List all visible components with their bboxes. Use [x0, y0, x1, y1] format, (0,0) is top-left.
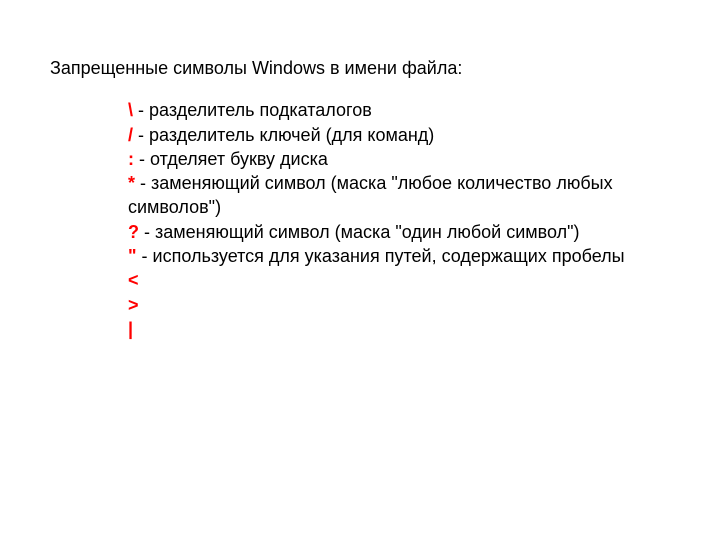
symbol: "	[128, 246, 137, 266]
symbol: <	[128, 270, 139, 290]
description: - разделитель ключей (для команд)	[133, 125, 434, 145]
list-item: |	[128, 317, 670, 341]
description: - заменяющий символ (маска "один любой с…	[139, 222, 580, 242]
symbol: |	[128, 319, 133, 339]
description: - используется для указания путей, содер…	[137, 246, 625, 266]
list-item: ? - заменяющий символ (маска "один любой…	[128, 220, 670, 244]
description: - разделитель подкаталогов	[133, 100, 372, 120]
description: - отделяет букву диска	[134, 149, 328, 169]
heading: Запрещенные символы Windows в имени файл…	[50, 56, 670, 80]
list-item: <	[128, 268, 670, 292]
forbidden-symbols-list: \ - разделитель подкаталогов / - раздели…	[50, 98, 670, 341]
symbol: >	[128, 295, 139, 315]
list-item: >	[128, 293, 670, 317]
symbol: *	[128, 173, 135, 193]
symbol: ?	[128, 222, 139, 242]
list-item: " - используется для указания путей, сод…	[128, 244, 670, 268]
list-item: \ - разделитель подкаталогов	[128, 98, 670, 122]
list-item: / - разделитель ключей (для команд)	[128, 123, 670, 147]
list-item: * - заменяющий символ (маска "любое коли…	[128, 171, 670, 220]
list-item: : - отделяет букву диска	[128, 147, 670, 171]
description: - заменяющий символ (маска "любое количе…	[128, 173, 613, 217]
